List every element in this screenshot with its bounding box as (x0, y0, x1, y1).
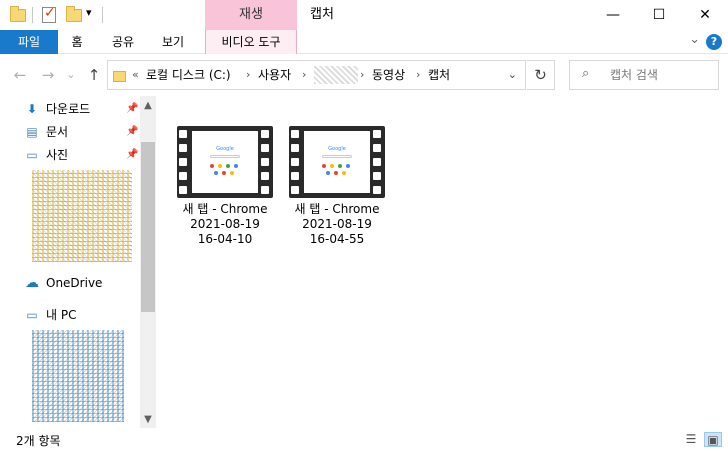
sidebar-item-pictures[interactable]: ▭ 사진 (24, 144, 68, 166)
sidebar-item-label: 사진 (46, 148, 69, 162)
details-view-icon[interactable]: ☰ (682, 432, 700, 447)
overflow-icon[interactable]: « (132, 61, 139, 89)
folder-icon (113, 71, 126, 82)
search-placeholder: 캡처 검색 (610, 68, 658, 82)
sidebar-item-label: 다운로드 (46, 102, 91, 116)
properties-icon[interactable] (42, 5, 56, 23)
file-name: 새 탭 - Chrome 2021-08-19 16-04-55 (294, 202, 380, 246)
up-button[interactable]: ↑ (84, 64, 104, 86)
tab-share[interactable]: 공유 (104, 30, 142, 54)
ribbon-tabs: 파일 홈 공유 보기 비디오 도구 ⌄ ? (0, 30, 728, 54)
sidebar-item-label: 문서 (46, 125, 69, 139)
large-icons-view-icon[interactable]: ▣ (704, 432, 722, 447)
minimize-button[interactable]: — (590, 0, 636, 30)
video-thumbnail: Google (289, 126, 385, 198)
status-bar: 2개 항목 ☰ ▣ (0, 428, 728, 451)
tab-video-tools[interactable]: 비디오 도구 (205, 30, 297, 54)
recent-locations-button[interactable]: ⌄ (64, 64, 78, 86)
sidebar-item-label: OneDrive (46, 276, 103, 290)
file-item[interactable]: Google 새 탭 - Chrome 2021-08-19 16-04-55 (282, 126, 392, 247)
search-input[interactable]: ⌕ 캡처 검색 (569, 60, 719, 90)
crumb-username-redacted[interactable] (314, 66, 358, 84)
forward-button[interactable]: → (38, 64, 58, 86)
pin-icon[interactable]: 📌 (126, 126, 138, 137)
window-title: 캡처 (310, 7, 334, 22)
maximize-button[interactable]: ☐ (636, 0, 682, 30)
download-arrow-icon: ⬇ (26, 102, 38, 116)
file-item[interactable]: Google 새 탭 - Chrome 2021-08-19 16-04-10 (170, 126, 280, 247)
scroll-up-icon[interactable]: ▲ (140, 98, 156, 114)
address-bar[interactable]: « 로컬 디스크 (C:) › 사용자 › › 동영상 › 캡처 ⌄ (107, 60, 526, 90)
crumb-users[interactable]: 사용자 (258, 61, 291, 89)
address-dropdown-icon[interactable]: ⌄ (508, 61, 517, 89)
pin-icon[interactable]: 📌 (126, 149, 138, 160)
crumb-separator[interactable]: › (360, 61, 364, 89)
file-list: Google 새 탭 - Chrome 2021-08-19 16-04-10 (160, 96, 728, 428)
sidebar-item-documents[interactable]: ▤ 문서 (24, 121, 68, 143)
tab-home[interactable]: 홈 (62, 30, 92, 54)
help-icon[interactable]: ? (706, 34, 722, 50)
crumb-videos[interactable]: 동영상 (372, 61, 405, 89)
video-thumbnail: Google (177, 126, 273, 198)
scroll-thumb[interactable] (141, 142, 155, 312)
sidebar-item-downloads[interactable]: ⬇ 다운로드 (24, 98, 90, 120)
cloud-icon: ☁ (25, 275, 39, 291)
qat-divider (102, 7, 103, 23)
refresh-button[interactable]: ↻ (527, 60, 555, 90)
qat-divider (32, 7, 33, 23)
navigation-pane: ⬇ 다운로드 📌 ▤ 문서 📌 ▭ 사진 📌 ☁ OneDrive ▭ 내 PC ▲ ▼ (0, 96, 156, 428)
crumb-separator[interactable]: › (302, 61, 306, 89)
scroll-down-icon[interactable]: ▼ (140, 412, 156, 428)
sidebar-item-label: 내 PC (46, 308, 77, 322)
google-logo: Google (328, 146, 346, 152)
crumb-captures[interactable]: 캡처 (428, 61, 450, 89)
computer-icon: ▭ (26, 308, 38, 322)
new-folder-icon[interactable] (66, 6, 82, 22)
search-icon: ⌕ (582, 66, 590, 81)
close-button[interactable]: ✕ (682, 0, 728, 30)
contextual-tab-header: 재생 (205, 0, 297, 30)
nav-scrollbar[interactable]: ▲ ▼ (140, 96, 156, 428)
document-icon: ▤ (26, 125, 38, 139)
google-logo: Google (216, 146, 234, 152)
tab-view[interactable]: 보기 (154, 30, 192, 54)
ribbon-expand-icon[interactable]: ⌄ (689, 32, 700, 47)
crumb-separator[interactable]: › (246, 61, 250, 89)
qat-dropdown-icon[interactable]: ▾ (86, 6, 92, 19)
pictures-icon: ▭ (26, 148, 38, 162)
crumb-separator[interactable]: › (416, 61, 420, 89)
title-bar: ▾ 재생 캡처 — ☐ ✕ (0, 0, 728, 30)
back-button[interactable]: ← (10, 64, 30, 86)
item-count: 2개 항목 (16, 434, 61, 448)
sidebar-item-onedrive[interactable]: ☁ OneDrive (24, 272, 102, 294)
crumb-local-disk[interactable]: 로컬 디스크 (C:) (146, 61, 231, 89)
navigation-row: ← → ⌄ ↑ « 로컬 디스크 (C:) › 사용자 › › 동영상 › 캡처… (0, 54, 728, 96)
sidebar-item-this-pc[interactable]: ▭ 내 PC (24, 304, 76, 326)
redacted-drive-list (32, 330, 124, 422)
tab-file[interactable]: 파일 (0, 30, 58, 54)
redacted-folder-list (32, 170, 132, 262)
file-name: 새 탭 - Chrome 2021-08-19 16-04-10 (182, 202, 268, 246)
folder-icon[interactable] (10, 6, 26, 22)
pin-icon[interactable]: 📌 (126, 103, 138, 114)
